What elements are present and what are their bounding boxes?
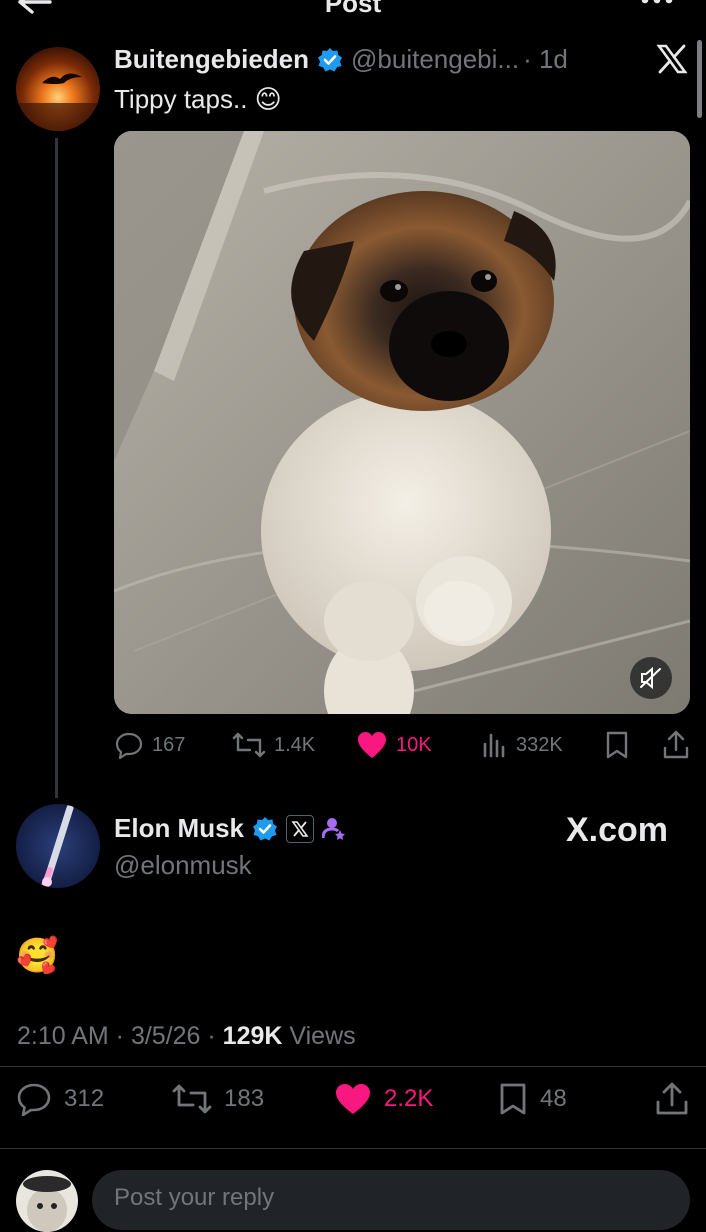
divider xyxy=(0,1148,706,1149)
reply-count: 167 xyxy=(152,733,186,756)
verified-badge-icon xyxy=(318,47,343,71)
author-handle[interactable]: @elonmusk xyxy=(114,850,252,881)
divider xyxy=(0,1066,706,1067)
repost-icon xyxy=(232,732,266,758)
post-time: · 1d xyxy=(523,44,568,74)
views-icon xyxy=(483,733,505,758)
post-meta: 2:10 AM · 3/5/26 · 129K Views xyxy=(17,1022,356,1051)
author-handle[interactable]: @buitengebi... xyxy=(351,44,519,75)
grok-x-icon[interactable] xyxy=(656,44,688,74)
heart-filled-icon xyxy=(358,732,386,758)
avatar[interactable] xyxy=(16,47,100,131)
heart-filled-icon xyxy=(336,1084,370,1114)
more-options-button[interactable] xyxy=(640,0,674,10)
repost-count: 183 xyxy=(224,1085,265,1112)
share-icon xyxy=(663,730,689,759)
reply-button[interactable]: 312 xyxy=(16,1082,104,1116)
tweet-text: Tippy taps.. 😊 xyxy=(114,84,282,114)
like-button[interactable]: 2.2K xyxy=(334,1082,433,1116)
verified-badge-icon xyxy=(253,816,278,840)
reply-icon xyxy=(17,1083,51,1116)
share-button[interactable] xyxy=(662,730,690,760)
reply-button[interactable]: 167 xyxy=(114,730,185,760)
reply-count: 312 xyxy=(64,1085,105,1112)
avatar[interactable] xyxy=(16,1170,78,1232)
reply-placeholder: Post your reply xyxy=(114,1184,275,1211)
repost-count: 1.4K xyxy=(274,733,316,756)
tweet-video[interactable] xyxy=(114,131,690,714)
bookmark-button[interactable] xyxy=(604,730,630,760)
thread-line xyxy=(55,138,58,798)
like-count: 10K xyxy=(396,733,432,756)
mute-button[interactable] xyxy=(630,657,672,699)
share-button[interactable] xyxy=(655,1082,689,1116)
views-button[interactable]: 332K xyxy=(482,730,563,760)
views-total[interactable]: 129K xyxy=(223,1022,283,1050)
repost-button[interactable]: 183 xyxy=(172,1082,264,1116)
like-count: 2.2K xyxy=(384,1085,434,1112)
views-count: 332K xyxy=(516,733,563,756)
share-icon xyxy=(656,1082,688,1115)
like-button[interactable]: 10K xyxy=(356,730,432,760)
author-name[interactable]: Elon Musk xyxy=(114,813,244,844)
repost-button[interactable]: 1.4K xyxy=(232,730,315,760)
scrollbar[interactable] xyxy=(697,40,702,118)
community-badge-icon xyxy=(322,817,346,840)
x-affiliate-badge-icon xyxy=(286,814,315,843)
author-name[interactable]: Buitengebieden xyxy=(114,44,309,75)
bookmark-button[interactable]: 48 xyxy=(498,1082,567,1116)
post-timestamp: 2:10 AM · 3/5/26 · xyxy=(17,1022,223,1050)
repost-icon xyxy=(172,1084,212,1114)
reply-icon xyxy=(115,732,143,760)
volume-muted-icon xyxy=(640,666,661,690)
bookmark-icon xyxy=(606,731,628,759)
reply-text: 🥰 xyxy=(16,937,59,975)
avatar[interactable] xyxy=(16,804,100,888)
more-horizontal-icon xyxy=(641,0,673,4)
bookmark-icon xyxy=(500,1083,526,1115)
views-label: Views xyxy=(282,1022,356,1050)
page-title: Post xyxy=(324,0,382,18)
bookmark-count: 48 xyxy=(540,1085,567,1112)
x-com-link[interactable]: X.com xyxy=(566,811,668,850)
